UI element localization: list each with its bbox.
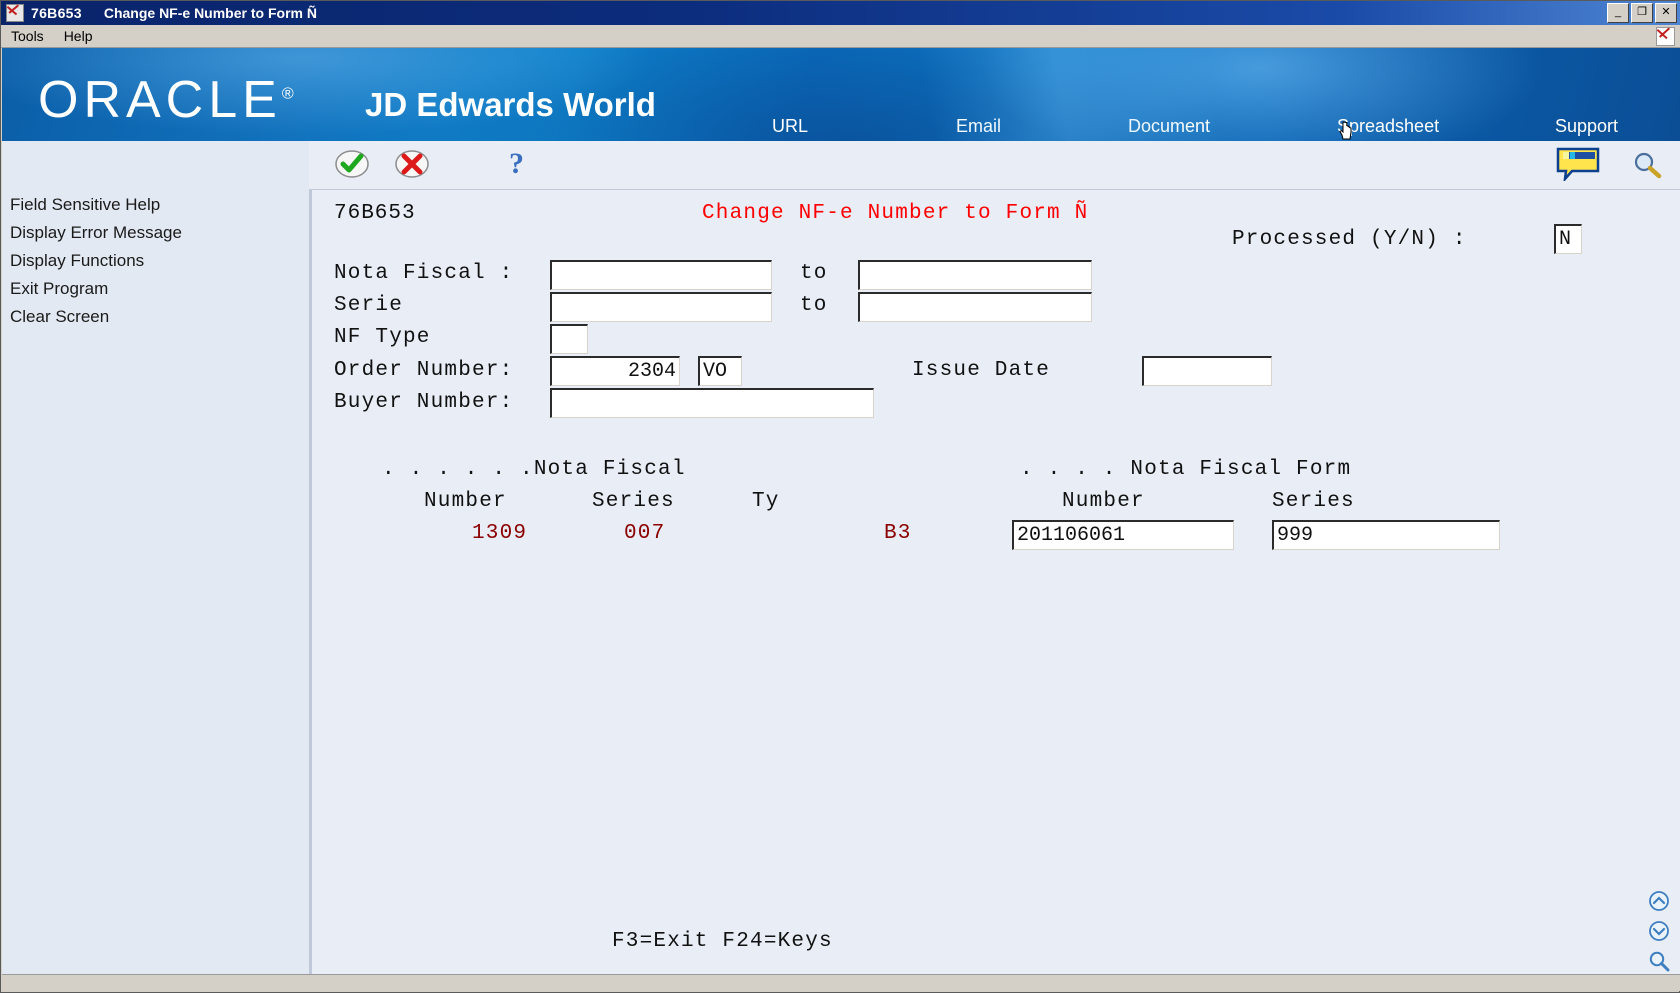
cell-nf-number: 1309 [472,522,527,545]
cell-form-number-input[interactable] [1012,520,1234,550]
scroll-up-icon[interactable] [1648,890,1670,912]
session-icon [1656,27,1675,46]
ok-check-icon[interactable] [334,149,370,179]
function-keys-text: F3=Exit F24=Keys [612,930,833,953]
window-controls: _ ❐ ✕ [1607,3,1677,23]
serie-to-label: to [800,294,828,317]
terminal-screen: 76B653 Change NF-e Number to Form Ñ Proc… [309,190,1680,986]
issue-date-label: Issue Date [912,359,1050,382]
serie-from-input[interactable] [550,292,772,322]
help-question-icon[interactable]: ? [509,147,524,181]
cancel-x-icon[interactable] [394,149,430,179]
nota-fiscal-label: Nota Fiscal : [334,262,513,285]
issue-date-input[interactable] [1142,356,1272,386]
oracle-wordmark: ORACLE [38,71,282,129]
application-window: 76B653 Change NF-e Number to Form Ñ _ ❐ … [0,0,1680,993]
close-button[interactable]: ✕ [1655,3,1677,23]
sidebar-item-display-functions[interactable]: Display Functions [2,247,309,275]
minimize-button[interactable]: _ [1607,3,1629,23]
column-header-nf-series: Series [592,490,675,513]
nav-link-support[interactable]: Support [1555,116,1618,137]
cell-form-series-input[interactable] [1272,520,1500,550]
cell-nf-series: 007 [624,522,665,545]
search-icon[interactable] [1648,950,1670,972]
hand-cursor-icon [1338,121,1354,143]
sidebar-item-exit-program[interactable]: Exit Program [2,275,309,303]
nf-type-label: NF Type [334,326,431,349]
buyer-number-label: Buyer Number: [334,391,513,414]
title-text: Change NF-e Number to Form Ñ [104,5,317,21]
order-type-input[interactable] [698,356,742,386]
menu-item-tools[interactable]: Tools [1,28,54,44]
restore-button[interactable]: ❐ [1631,3,1653,23]
note-bubble-icon[interactable] [1556,147,1600,181]
column-header-form-number: Number [1062,490,1145,513]
search-magnifier-icon[interactable] [1632,151,1662,179]
order-number-input[interactable] [550,356,680,386]
menu-item-help[interactable]: Help [54,28,103,44]
menu-bar: Tools Help [1,25,1680,48]
left-group-title: . . . . . .Nota Fiscal [382,458,686,481]
serie-to-input[interactable] [858,292,1092,322]
title-program-id: 76B653 [31,5,82,21]
main-panel: ? 76B653 Change NF-e Number to Form Ñ Pr… [309,141,1680,986]
sidebar-item-display-error-message[interactable]: Display Error Message [2,219,309,247]
scroll-down-icon[interactable] [1648,920,1670,942]
sidebar-item-clear-screen[interactable]: Clear Screen [2,303,309,331]
right-group-title: . . . . Nota Fiscal Form [1020,458,1351,481]
sidebar-list: Field Sensitive Help Display Error Messa… [2,191,309,331]
toolbar: ? [309,141,1680,190]
oracle-logo: ORACLE® [38,70,294,130]
screen-program-id: 76B653 [334,202,416,225]
nav-link-document[interactable]: Document [1128,116,1210,137]
screen-title: Change NF-e Number to Form Ñ [702,202,1088,225]
column-header-form-series: Series [1272,490,1355,513]
product-name: JD Edwards World [365,86,656,124]
nav-link-url[interactable]: URL [772,116,808,137]
nota-fiscal-to-input[interactable] [858,260,1092,290]
processed-label: Processed (Y/N) : [1232,228,1467,251]
status-bar [2,974,1680,991]
registered-mark-icon: ® [282,86,294,103]
banner-nav: URL Email Document Spreadsheet Support [742,106,1642,141]
column-header-nf-type: Ty [752,490,780,513]
sidebar-item-field-sensitive-help[interactable]: Field Sensitive Help [2,191,309,219]
sidebar: Field Sensitive Help Display Error Messa… [2,141,310,986]
application-icon [6,4,24,22]
cell-nf-type: B3 [884,522,912,545]
nota-fiscal-from-input[interactable] [550,260,772,290]
nota-fiscal-to-label: to [800,262,828,285]
buyer-number-input[interactable] [550,388,874,418]
order-number-label: Order Number: [334,359,513,382]
processed-input[interactable] [1554,224,1582,254]
title-bar: 76B653 Change NF-e Number to Form Ñ _ ❐ … [1,1,1680,25]
oracle-banner: ORACLE® JD Edwards World URL Email Docum… [2,48,1680,141]
serie-label: Serie [334,294,403,317]
nav-link-email[interactable]: Email [956,116,1001,137]
column-header-nf-number: Number [424,490,507,513]
nf-type-input[interactable] [550,324,588,354]
